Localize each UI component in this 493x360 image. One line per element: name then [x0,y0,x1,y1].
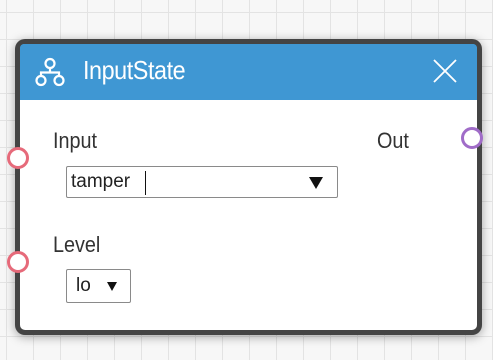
node-titlebar[interactable]: InputState [20,44,477,100]
input-label: Input [53,128,98,153]
text-cursor [145,171,146,195]
sitemap-icon [35,57,65,87]
node-title: InputState [83,55,186,85]
output-port[interactable] [461,127,483,149]
level-label: Level [53,232,101,257]
chevron-down-icon [107,282,117,291]
input-select[interactable]: tamper [66,166,338,198]
input-port[interactable] [7,147,29,169]
close-icon[interactable] [430,56,460,86]
output-label: Out [377,128,409,153]
level-select-value: lo [76,275,91,296]
chevron-down-icon [309,177,323,189]
level-port[interactable] [7,251,29,273]
inputstate-node[interactable]: InputState Input tamper Out Level lo [7,44,483,330]
level-select[interactable]: lo [66,269,131,303]
input-select-value: tamper [71,171,131,192]
